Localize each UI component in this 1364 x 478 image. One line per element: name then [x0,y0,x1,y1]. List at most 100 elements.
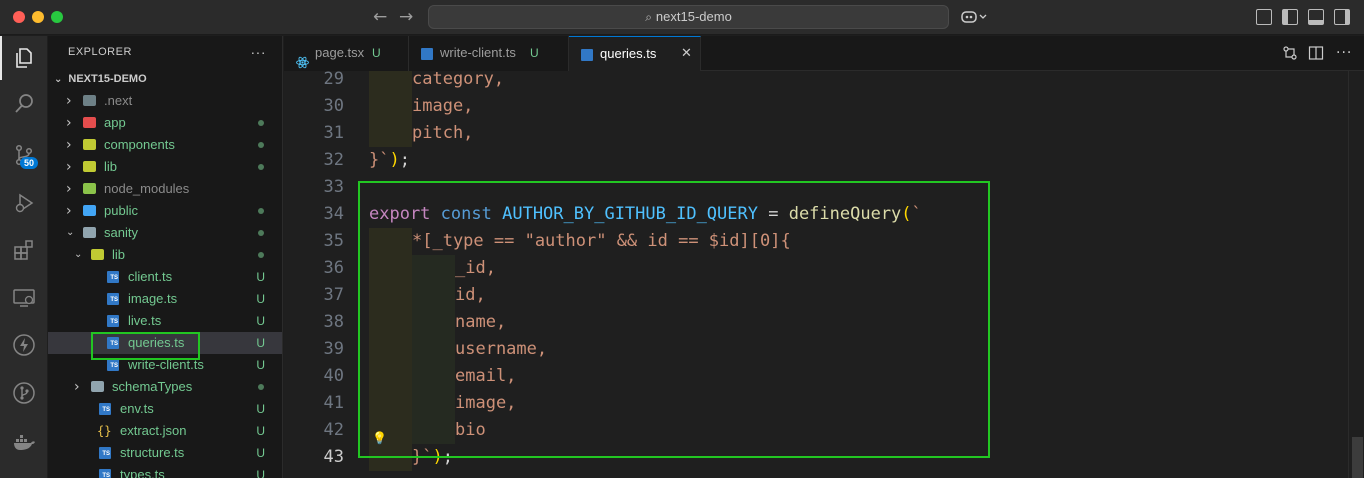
indent-guide [369,93,412,120]
folder-icon [83,117,96,128]
run-debug-icon[interactable] [0,181,48,225]
code-line: 31 pitch, [284,120,1348,147]
tree-item-label: sanity [104,225,138,240]
tree-item-label: client.ts [128,269,173,284]
code-text: category, [412,71,504,93]
code-token: category, [412,71,505,89]
tree-item[interactable]: TS client.ts U [48,266,282,288]
typescript-icon: TS [107,315,119,327]
tab-page-tsx[interactable]: page.tsx U [284,36,409,71]
line-number: 32 [323,150,344,170]
toggle-secondary-sidebar-icon[interactable] [1334,9,1350,25]
folder-icon [91,249,104,260]
tree-item-label: node_modules [104,181,190,196]
more-actions-icon[interactable]: ··· [251,36,267,68]
source-control-icon[interactable]: 50 [0,133,48,177]
tree-item[interactable]: › app [48,112,282,134]
thunder-icon[interactable] [0,323,48,367]
search-label: next15-demo [655,9,732,24]
more-actions-icon[interactable]: ··· [1336,45,1352,61]
line-number: 33 [323,177,344,197]
line-number: 36 [323,258,344,278]
line-number: 38 [323,312,344,332]
typescript-icon: TS [107,271,119,283]
git-status-badge: U [256,270,265,284]
folder-icon [83,95,96,106]
search-icon[interactable] [0,82,48,126]
open-changes-icon[interactable] [1282,45,1298,61]
tree-item-label: app [104,115,126,130]
scroll-thumb[interactable] [1352,437,1363,478]
tree-item-label: schemaTypes [112,379,193,394]
code-token: ; [399,150,410,170]
git-status-badge: U [256,292,265,306]
explorer-sidebar: EXPLORER ··· ⌄ NEXT15-DEMO › .next › app › com… [48,36,283,478]
folder-icon [83,183,96,194]
folder-icon [83,227,96,238]
tree-item-label: .next [104,93,133,108]
toggle-primary-sidebar-icon[interactable] [1282,9,1298,25]
git-graph-icon[interactable] [0,371,48,415]
typescript-icon: TS [107,359,119,371]
tree-item[interactable]: › lib [48,156,282,178]
git-status-dot [258,252,264,258]
line-number: 29 [323,71,344,89]
code-token: pitch, [412,123,474,143]
customize-layout-icon[interactable] [1256,9,1272,25]
forward-arrow-icon[interactable]: → [399,7,413,27]
close-icon[interactable]: ✕ [681,37,692,71]
tab-write-client-ts[interactable]: write-client.ts U [409,36,569,71]
line-number: 30 [323,96,344,116]
tree-item[interactable]: {} extract.json U [48,420,282,442]
tree-item[interactable]: TS env.ts U [48,398,282,420]
minimize-window-button[interactable] [32,11,44,23]
tree-item[interactable]: › node_modules [48,178,282,200]
docker-icon[interactable] [0,420,48,464]
toggle-panel-icon[interactable] [1308,9,1324,25]
code-token: image, [412,96,474,116]
folder-icon [83,139,96,150]
git-status-dot [258,230,264,236]
tree-item[interactable]: TS live.ts U [48,310,282,332]
editor-scrollbar[interactable] [1348,71,1364,478]
tree-item[interactable]: TS types.ts U [48,464,282,478]
extensions-icon[interactable] [0,228,48,272]
code-text: pitch, [412,120,473,147]
tab-queries-ts[interactable]: queries.ts ✕ [569,36,701,71]
line-number: 37 [323,285,344,305]
copilot-icon[interactable] [961,8,987,24]
close-window-button[interactable] [13,11,25,23]
folder-icon [91,381,104,392]
tree-item[interactable]: › schemaTypes [48,376,282,398]
tree-item[interactable]: TS image.ts U [48,288,282,310]
code-token: }` [369,150,390,170]
maximize-window-button[interactable] [51,11,63,23]
tab-status: U [372,46,381,60]
remote-explorer-icon[interactable] [0,276,48,320]
git-status-badge: U [256,424,265,438]
tree-item-label: types.ts [120,467,165,478]
typescript-icon: TS [99,447,111,459]
split-editor-icon[interactable] [1308,45,1324,61]
tree-item[interactable]: ⌄ sanity [48,222,282,244]
explorer-title: EXPLORER [68,46,132,58]
tree-item[interactable]: ⌄ lib [48,244,282,266]
tree-item[interactable]: › public [48,200,282,222]
workspace-root[interactable]: ⌄ NEXT15-DEMO [48,68,282,90]
search-icon: ⌕ [645,10,652,24]
explorer-icon[interactable] [0,36,48,80]
tree-item[interactable]: › components [48,134,282,156]
tree-item[interactable]: › .next [48,90,282,112]
tree-item[interactable]: TS structure.ts U [48,442,282,464]
back-arrow-icon[interactable]: ← [373,7,387,27]
workspace-root-label: NEXT15-DEMO [68,73,147,85]
json-icon: {} [97,424,112,438]
tree-item-label: lib [112,247,126,262]
git-status-badge: U [256,446,265,460]
react-icon [296,48,309,69]
code-line: 30 image, [284,93,1348,120]
lightbulb-icon[interactable]: 💡 [372,431,387,445]
indent-guide [369,71,412,93]
indent-guide [369,120,412,147]
command-center-search[interactable]: ⌕ next15-demo [428,5,949,29]
